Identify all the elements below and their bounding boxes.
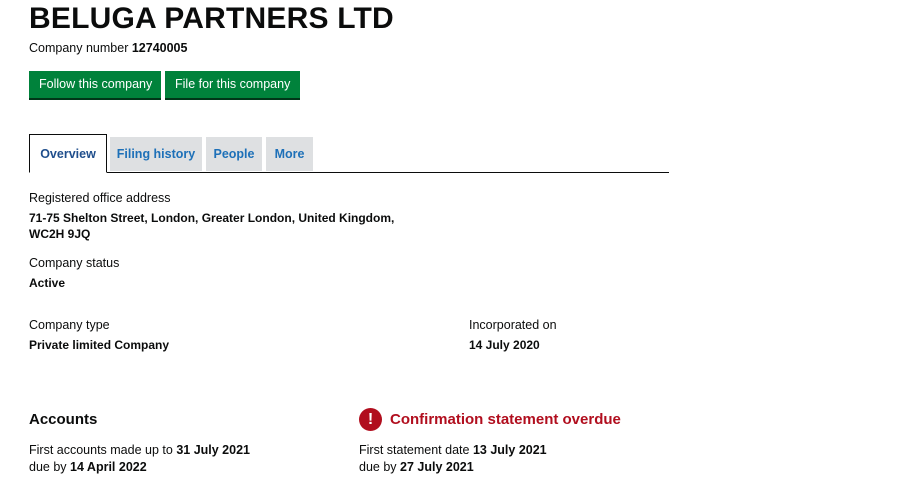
company-status-value: Active <box>29 276 66 290</box>
tab-filing-history[interactable]: Filing history <box>110 137 202 171</box>
accounts-first-made-up: First accounts made up to 31 July 2021 <box>29 442 250 459</box>
accounts-due-date: 14 April 2022 <box>70 460 147 474</box>
confirmation-due-prefix: due by <box>359 460 397 474</box>
accounts-first-made-up-date: 31 July 2021 <box>176 443 250 457</box>
tab-overview[interactable]: Overview <box>29 134 107 173</box>
company-number-label: Company number <box>29 41 129 55</box>
tab-people[interactable]: People <box>206 137 262 171</box>
confirmation-first-statement-date: 13 July 2021 <box>472 443 547 457</box>
company-name-heading: BELUGA PARTNERS LTD <box>29 2 394 35</box>
company-number-value: 12740005 <box>131 41 188 55</box>
incorporated-value: 14 July 2020 <box>469 338 540 352</box>
accounts-first-made-up-prefix: First accounts made up to <box>29 443 173 457</box>
warning-exclamation-icon: ! <box>359 408 382 431</box>
registered-office-line2: WC2H 9JQ <box>29 227 91 241</box>
confirmation-first-statement: First statement date 13 July 2021 <box>359 442 547 459</box>
accounts-due: due by 14 April 2022 <box>29 459 147 476</box>
confirmation-overdue-heading: Confirmation statement overdue <box>390 411 621 428</box>
follow-company-button[interactable]: Follow this company <box>29 71 161 98</box>
company-status-label: Company status <box>29 256 120 270</box>
file-for-company-button[interactable]: File for this company <box>165 71 300 98</box>
company-tabs: Overview Filing history People More <box>29 134 669 173</box>
accounts-heading: Accounts <box>29 411 98 428</box>
confirmation-due: due by 27 July 2021 <box>359 459 474 476</box>
accounts-due-prefix: due by <box>29 460 67 474</box>
confirmation-first-statement-prefix: First statement date <box>359 443 470 457</box>
confirmation-due-date: 27 July 2021 <box>400 460 474 474</box>
company-type-value: Private limited Company <box>29 338 170 352</box>
registered-office-line1: 71-75 Shelton Street, London, Greater Lo… <box>29 211 395 225</box>
company-number: Company number 12740005 <box>29 40 187 56</box>
tab-more[interactable]: More <box>266 137 313 171</box>
incorporated-label: Incorporated on <box>469 318 557 332</box>
company-type-label: Company type <box>29 318 110 332</box>
registered-office-label: Registered office address <box>29 191 171 205</box>
